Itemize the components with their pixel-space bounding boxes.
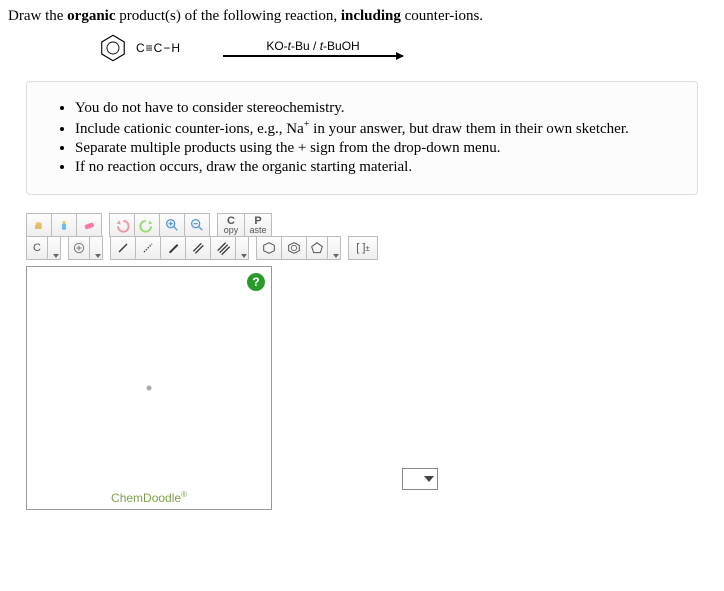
reaction-arrow: KO-t-Bu / t-BuOH — [223, 39, 403, 57]
reaction-scheme: C≡C−H KO-t-Bu / t-BuOH — [98, 33, 716, 63]
prompt-bold-organic: organic — [67, 8, 115, 24]
copy-button[interactable]: Copy — [217, 213, 245, 237]
sketcher-panel: Copy Paste C [ ]± ? — [26, 213, 476, 510]
arrow-icon — [223, 55, 403, 57]
triple-bond-tool[interactable] — [210, 236, 236, 260]
hint-item: Separate multiple products using the + s… — [75, 140, 675, 157]
chevron-down-icon — [333, 254, 339, 258]
help-button[interactable]: ? — [247, 273, 265, 291]
chevron-down-icon — [95, 254, 101, 258]
canvas-center-dot — [147, 386, 152, 391]
benzene-tool[interactable] — [281, 236, 307, 260]
prompt-bold-including: including — [341, 8, 401, 24]
spray-tool[interactable] — [51, 213, 77, 237]
zoom-in-button[interactable] — [159, 213, 185, 237]
ring-tool[interactable] — [306, 236, 328, 260]
zoom-out-button[interactable] — [184, 213, 210, 237]
chevron-down-icon — [424, 476, 434, 482]
hint-item: You do not have to consider stereochemis… — [75, 100, 675, 117]
chemdoodle-brand: ChemDoodle® — [111, 490, 187, 505]
add-dropdown[interactable] — [89, 236, 103, 260]
cyclohexane-tool[interactable] — [256, 236, 282, 260]
hint-item: Include cationic counter-ions, e.g., Na+… — [75, 119, 675, 138]
product-combiner-dropdown[interactable] — [402, 468, 438, 490]
drawing-canvas[interactable]: ? ChemDoodle® — [26, 266, 272, 510]
instructions-box: You do not have to consider stereochemis… — [26, 81, 698, 195]
charge-tool[interactable]: [ ]± — [348, 236, 378, 260]
single-bond-tool[interactable] — [110, 236, 136, 260]
prompt-text: product(s) of the following reaction, — [115, 8, 340, 24]
dotted-bond-tool[interactable] — [135, 236, 161, 260]
eraser-tool[interactable] — [76, 213, 102, 237]
substituent-label: C≡C−H — [136, 41, 181, 55]
chevron-down-icon — [241, 254, 247, 258]
atom-dropdown[interactable] — [47, 236, 61, 260]
benzene-ring-icon — [98, 33, 128, 63]
prompt-text: counter-ions. — [401, 8, 483, 24]
prompt-text: Draw the — [8, 8, 67, 24]
paste-button[interactable]: Paste — [244, 213, 272, 237]
atom-picker[interactable]: C — [26, 236, 48, 260]
hand-tool[interactable] — [26, 213, 52, 237]
ring-dropdown[interactable] — [327, 236, 341, 260]
chevron-down-icon — [53, 254, 59, 258]
double-bond-tool[interactable] — [185, 236, 211, 260]
question-prompt: Draw the organic product(s) of the follo… — [8, 8, 716, 25]
add-tool[interactable] — [68, 236, 90, 260]
reagent-label: KO-t-Bu / t-BuOH — [266, 39, 359, 53]
undo-button[interactable] — [109, 213, 135, 237]
redo-button[interactable] — [134, 213, 160, 237]
hint-item: If no reaction occurs, draw the organic … — [75, 159, 675, 176]
bond-dropdown[interactable] — [235, 236, 249, 260]
wedge-bond-tool[interactable] — [160, 236, 186, 260]
toolbar: Copy Paste C [ ]± — [26, 213, 476, 260]
